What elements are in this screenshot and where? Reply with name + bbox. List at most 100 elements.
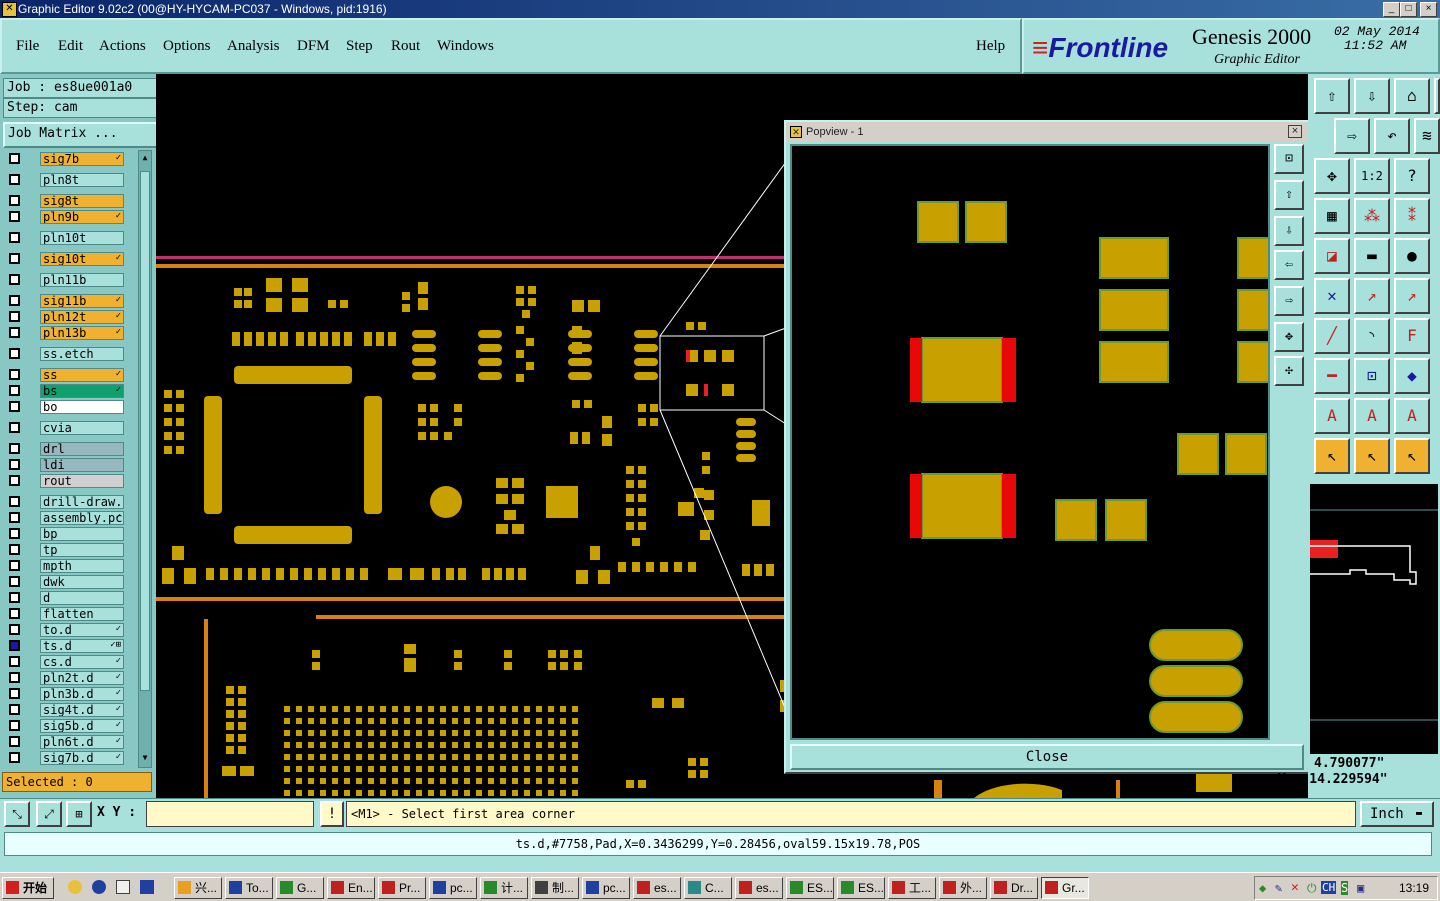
layer-checkbox[interactable] <box>9 688 20 699</box>
layer-checkbox[interactable] <box>9 704 20 715</box>
save-icon[interactable] <box>140 880 154 894</box>
overview-map[interactable] <box>1310 484 1438 774</box>
layer-checkbox[interactable] <box>9 608 20 619</box>
layer-checkbox[interactable] <box>9 311 20 322</box>
layer-row[interactable]: ss.etch <box>6 347 124 361</box>
layer-name[interactable]: mpth <box>40 559 124 573</box>
minimize-button[interactable]: _ <box>1383 2 1400 17</box>
grid-snap-icon[interactable]: ⊞ <box>66 801 92 827</box>
job-matrix-button[interactable]: Job Matrix ... <box>3 122 160 148</box>
layer-checkbox[interactable] <box>9 640 20 651</box>
pad-icon[interactable]: ● <box>1394 238 1430 274</box>
scale-1-2-icon[interactable]: 1:2 <box>1354 158 1390 194</box>
layer-row[interactable]: ts.d ✓⊞ <box>6 639 124 653</box>
layer-name[interactable]: pln9b <box>40 210 124 224</box>
taskbar-item[interactable]: 兴... <box>174 877 222 899</box>
layer-row[interactable]: pln13b ✓ <box>6 326 124 340</box>
layer-name[interactable]: bs <box>40 384 124 398</box>
scroll-thumb[interactable] <box>140 171 150 691</box>
layer-row[interactable]: bs ✓ <box>6 384 124 398</box>
layer-name[interactable]: bo <box>40 400 124 414</box>
taskbar-item[interactable]: En... <box>327 877 375 899</box>
start-button[interactable]: 开始 <box>2 877 54 899</box>
layer-row[interactable]: sig5b.d ✓ <box>6 719 124 733</box>
layer-row[interactable]: sig11b ✓ <box>6 294 124 308</box>
layer-name[interactable]: pln10t <box>40 231 124 245</box>
layer-name[interactable]: sig4t.d <box>40 703 124 717</box>
text-a2-icon[interactable]: A <box>1354 398 1390 434</box>
browser-icon[interactable] <box>92 880 106 894</box>
layer-name[interactable]: pln3b.d <box>40 687 124 701</box>
layer-row[interactable]: bp <box>6 527 124 541</box>
tray-network-icon[interactable]: ▣ <box>1357 881 1364 895</box>
layer-row[interactable]: sig7b ✓ <box>6 152 124 166</box>
grid-icon[interactable]: ▦ <box>1314 198 1350 234</box>
layer-name[interactable]: drl <box>40 442 124 456</box>
popview-window[interactable]: ✕ Popview - 1 × ⊡ ⇧ ⇩ ⇦ ⇨ ✥ ✣ Close <box>784 120 1310 774</box>
layer-row[interactable]: assembly.pc ✓ <box>6 511 124 525</box>
tray-language-icon[interactable]: CH <box>1321 881 1337 894</box>
popview-zoom-icon[interactable]: ✣ <box>1274 356 1304 386</box>
layer-row[interactable]: pln12t ✓ <box>6 310 124 324</box>
layer-name[interactable]: pln12t <box>40 310 124 324</box>
layer-checkbox[interactable] <box>9 459 20 470</box>
layer-row[interactable]: tp <box>6 543 124 557</box>
layer-checkbox[interactable] <box>9 195 20 206</box>
layer-row[interactable]: cvia <box>6 421 124 435</box>
layer-checkbox[interactable] <box>9 624 20 635</box>
layer-checkbox[interactable] <box>9 752 20 763</box>
menu-windows[interactable]: Windows <box>437 38 494 55</box>
cross-icon[interactable]: ✕ <box>1314 278 1350 314</box>
layer-checkbox[interactable] <box>9 153 20 164</box>
select-cursor-icon[interactable]: ↖ <box>1314 438 1350 474</box>
menu-edit[interactable]: Edit <box>58 38 83 55</box>
tray-app-icon[interactable]: ◆ <box>1259 881 1266 895</box>
layer-checkbox[interactable] <box>9 253 20 264</box>
taskbar-item[interactable]: ES... <box>786 877 834 899</box>
zoom-out-area-icon[interactable]: ⤢ <box>36 801 62 827</box>
menu-file[interactable]: File <box>16 38 39 55</box>
layer-name[interactable]: d <box>40 591 124 605</box>
layer-name[interactable]: pln6t.d <box>40 735 124 749</box>
layer-name[interactable]: sig7b <box>40 152 124 166</box>
popview-pan-left-icon[interactable]: ⇦ <box>1274 250 1304 280</box>
taskbar-item[interactable]: Gr... <box>1041 877 1089 899</box>
layer-row[interactable]: pln11b <box>6 273 124 287</box>
taskbar-item[interactable]: G... <box>276 877 324 899</box>
tray-s-icon[interactable]: S <box>1341 881 1349 895</box>
layer-name[interactable]: flatten <box>40 607 124 621</box>
layer-name[interactable]: pln2t.d <box>40 671 124 685</box>
point-line-icon[interactable]: ↗ <box>1354 278 1390 314</box>
layer-row[interactable]: drill-draw. <box>6 495 124 509</box>
text-a3-icon[interactable]: A <box>1394 398 1430 434</box>
menu-analysis[interactable]: Analysis <box>227 38 280 55</box>
fit-view-icon[interactable]: ✥ <box>1314 158 1350 194</box>
menu-actions[interactable]: Actions <box>99 38 146 55</box>
layer-checkbox[interactable] <box>9 656 20 667</box>
layer-name[interactable]: cs.d <box>40 655 124 669</box>
layer-checkbox[interactable] <box>9 496 20 507</box>
notepad-icon[interactable] <box>116 880 130 894</box>
redraw-icon[interactable]: ≋ <box>1414 118 1440 154</box>
layer-row[interactable]: to.d ✓ <box>6 623 124 637</box>
layer-name[interactable]: sig11b <box>40 294 124 308</box>
layer-checkbox[interactable] <box>9 295 20 306</box>
taskbar-item[interactable]: C... <box>684 877 732 899</box>
popview-fit-icon[interactable]: ✥ <box>1274 322 1304 352</box>
layer-row[interactable]: sig7b.d ✓ <box>6 751 124 765</box>
layer-name[interactable]: pln11b <box>40 273 124 287</box>
layer-checkbox[interactable] <box>9 720 20 731</box>
scroll-down-icon[interactable]: ▼ <box>140 753 150 763</box>
popview-close-icon[interactable]: × <box>1288 125 1302 138</box>
measure-area-icon[interactable]: ◪ <box>1314 238 1350 274</box>
layer-name[interactable]: sig10t <box>40 252 124 266</box>
clock-app-icon[interactable] <box>68 880 82 894</box>
layer-checkbox[interactable] <box>9 560 20 571</box>
layer-row[interactable]: dwk <box>6 575 124 589</box>
layer-checkbox[interactable] <box>9 592 20 603</box>
layer-name[interactable]: tp <box>40 543 124 557</box>
layer-row[interactable]: cs.d ✓ <box>6 655 124 669</box>
select-cursor2-icon[interactable]: ↖ <box>1354 438 1390 474</box>
layer-name[interactable]: drill-draw. <box>40 495 124 509</box>
undo-view-icon[interactable]: ↶ <box>1374 118 1410 154</box>
